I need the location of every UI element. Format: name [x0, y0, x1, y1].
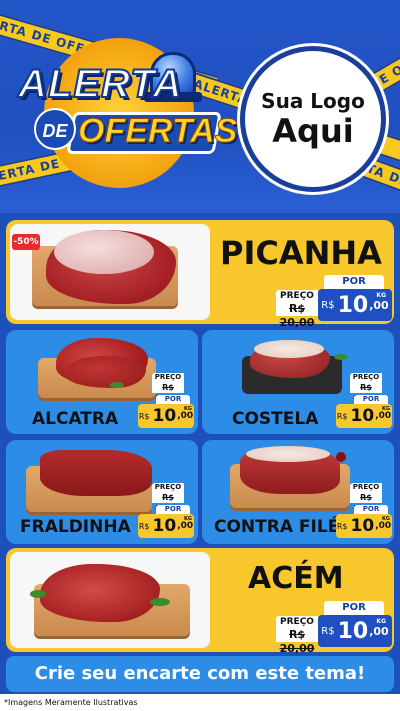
meat-image [40, 564, 160, 622]
new-price: R$ 10 ,00 KG [318, 615, 392, 647]
price-cents: ,00 [369, 298, 389, 312]
product-name: ACÉM [248, 561, 344, 596]
price-cents: ,00 [177, 521, 194, 531]
old-price: R$ 20,00 [152, 382, 184, 403]
preco-label: PREÇO [276, 616, 318, 628]
price-currency: R$ [336, 411, 348, 421]
por-label: POR [324, 275, 384, 289]
price-unit: KG [376, 292, 386, 299]
preco-label: PREÇO [152, 373, 184, 382]
fat-cap [246, 446, 330, 462]
por-label: POR [324, 601, 384, 615]
logo-text-line2: Aqui [272, 112, 354, 150]
header-banner: ALERTA DE OFERTA ALERTA DE OFERTA ALERTA… [0, 0, 400, 213]
fat-cap [54, 230, 154, 274]
new-price: R$ 10 ,00 KG [336, 404, 392, 428]
price-unit: KG [382, 516, 390, 522]
herb-garnish [334, 354, 348, 360]
price-currency: R$ [321, 625, 335, 637]
price-currency: R$ [138, 411, 150, 421]
price-unit: KG [184, 406, 192, 412]
new-price: R$ 10 ,00 KG [336, 514, 392, 538]
old-price: R$ 20,00 [276, 302, 318, 329]
price-currency: R$ [321, 299, 335, 311]
cta-button[interactable]: Crie seu encarte com este tema! [6, 656, 394, 692]
price-unit: KG [382, 406, 390, 412]
price-cents: ,00 [375, 521, 392, 531]
price-integer: 10 [337, 618, 369, 644]
price-unit: KG [184, 516, 192, 522]
price-integer: 10 [350, 516, 375, 536]
meat-image [40, 450, 152, 496]
product-name: FRALDINHA [20, 517, 131, 537]
product-name: ALCATRA [32, 409, 119, 429]
product-name: PICANHA [220, 234, 382, 272]
price-currency: R$ [336, 521, 348, 531]
new-price: R$ 10 ,00 KG [138, 404, 194, 428]
herb-garnish [30, 590, 46, 598]
title-alerta: ALERTA [17, 61, 183, 107]
preco-label: PREÇO [350, 483, 382, 492]
logo-placeholder[interactable]: Sua Logo Aqui [240, 46, 386, 192]
preco-label: PREÇO [276, 290, 318, 302]
herb-garnish [150, 598, 170, 606]
title-ofertas: OFERTAS [77, 112, 238, 151]
herb-garnish [336, 452, 346, 462]
por-label: POR [354, 505, 388, 514]
preco-label: PREÇO [152, 483, 184, 492]
product-name: COSTELA [232, 409, 319, 429]
herb-garnish [110, 382, 124, 388]
price-integer: 10 [152, 516, 177, 536]
price-currency: R$ [138, 521, 150, 531]
price-integer: 10 [152, 406, 177, 426]
meat-image [66, 356, 146, 388]
price-cents: ,00 [369, 624, 389, 638]
price-unit: KG [376, 618, 386, 625]
price-cents: ,00 [375, 411, 392, 421]
new-price: R$ 10 ,00 KG [318, 289, 392, 321]
por-label: POR [156, 395, 190, 404]
por-label: POR [156, 505, 190, 514]
preco-label: PREÇO [350, 373, 382, 382]
fat-cap [254, 340, 324, 358]
price-integer: 10 [337, 292, 369, 318]
old-price: R$ 20,00 [152, 492, 184, 513]
title-de: DE [34, 108, 76, 150]
old-price: R$ 20,00 [350, 492, 382, 513]
price-integer: 10 [350, 406, 375, 426]
old-price: R$ 20,00 [350, 382, 382, 403]
new-price: R$ 10 ,00 KG [138, 514, 194, 538]
old-price: R$ 20,00 [276, 628, 318, 655]
product-name: CONTRA FILÉ [214, 517, 340, 537]
discount-badge: -50% [12, 234, 40, 250]
por-label: POR [354, 395, 388, 404]
logo-text-line1: Sua Logo [261, 89, 365, 113]
footer-note: *Imagens Meramente Ilustrativas [0, 694, 400, 711]
price-cents: ,00 [177, 411, 194, 421]
